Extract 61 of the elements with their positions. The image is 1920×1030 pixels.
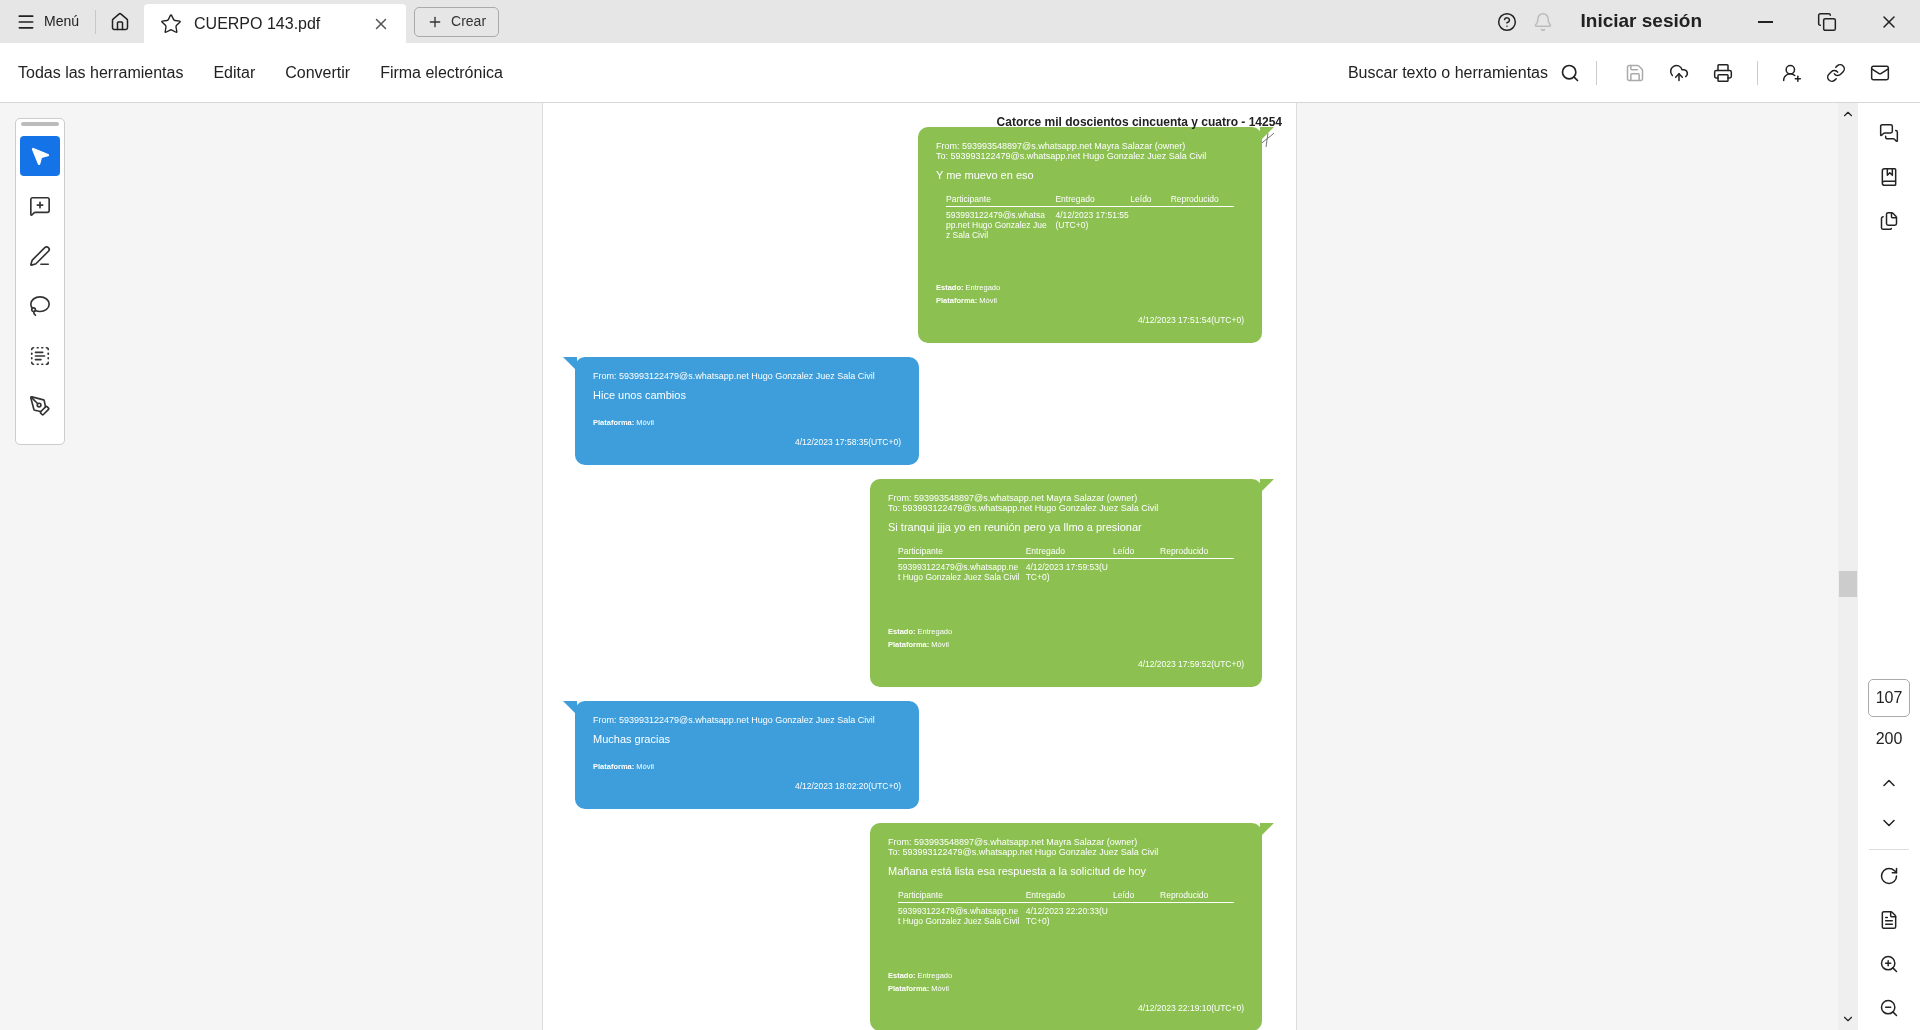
message-timestamp: 4/12/2023 18:02:20(UTC+0) xyxy=(794,780,901,793)
message-text: Muchas gracias xyxy=(593,732,672,747)
column-header: Entregado xyxy=(1055,193,1096,204)
column-header: Entregado xyxy=(1025,889,1066,900)
toolbar-menu-item[interactable]: Firma electrónica xyxy=(380,60,503,85)
tab-title: CUERPO 143.pdf xyxy=(194,13,322,34)
message-timestamp: 4/12/2023 22:19:10(UTC+0) xyxy=(1137,1002,1244,1015)
message-text: Si tranqui jjja yo en reunión pero ya llmo a presionar xyxy=(888,520,1143,535)
minimize-icon xyxy=(1757,20,1773,23)
delivered-cell-text: 4/12/2023 17:59:53(UTC+0) xyxy=(1025,561,1109,582)
scrollbar-thumb[interactable] xyxy=(1839,570,1857,597)
toolbar-menu-item[interactable]: Convertir xyxy=(285,60,351,85)
column-header: Leído xyxy=(1130,193,1153,204)
sender-line: From: 593993122479@s.whatsapp.net Hugo Gonzalez Juez Sala Civil xyxy=(593,371,876,381)
sign-in-button[interactable]: Iniciar sesión xyxy=(1580,7,1702,36)
message-text: Hice unos cambios xyxy=(593,388,687,403)
pointer-icon xyxy=(29,145,51,167)
message-timestamp: 4/12/2023 17:58:35(UTC+0) xyxy=(794,436,901,449)
message-timestamp: 4/12/2023 17:59:52(UTC+0) xyxy=(1137,658,1244,671)
sender-line: From: 593993548897@s.whatsapp.net Mayra Salazar (owner) xyxy=(888,837,1139,847)
participant-cell-text: 593993122479@s.whatsapp.net Hugo Gonzalez Juez Sala Civil xyxy=(898,561,1021,582)
message-text: Mañana está lista esa respuesta a la solicitud de hoy xyxy=(888,864,1148,879)
column-header: Participante xyxy=(946,193,992,204)
column-header: Participante xyxy=(898,889,944,900)
recipient-line: To: 593993122479@s.whatsapp.net Hugo Gonzalez Juez Sala Civil xyxy=(888,847,1160,857)
page-header: Catorce mil doscientos cincuenta y cuatro - 14254 xyxy=(996,114,1282,131)
toolbar-menu-item[interactable]: Todas las herramientas xyxy=(18,60,184,85)
message-timestamp: 4/12/2023 17:51:54(UTC+0) xyxy=(1137,314,1244,327)
document-tab[interactable]: CUERPO 143.pdf xyxy=(144,4,407,43)
column-header: Entregado xyxy=(1025,545,1066,556)
page-total: 200 xyxy=(1875,729,1903,749)
add-comment-icon xyxy=(29,195,51,217)
column-header: Leído xyxy=(1113,889,1136,900)
sender-line: From: 593993122479@s.whatsapp.net Hugo Gonzalez Juez Sala Civil xyxy=(593,715,876,725)
recipient-line: To: 593993122479@s.whatsapp.net Hugo Gonzalez Juez Sala Civil xyxy=(936,151,1208,161)
toolbar-menu-item[interactable]: Editar xyxy=(213,60,256,85)
search-tools-button[interactable]: Buscar texto o herramientas xyxy=(1347,60,1580,85)
page-number-field[interactable]: 107 xyxy=(1868,679,1910,717)
participant-cell-text: 593993122479@s.whatsapp.net Hugo Gonzalez Juez Sala Civil xyxy=(946,209,1048,240)
sender-line: From: 593993548897@s.whatsapp.net Mayra Salazar (owner) xyxy=(936,141,1187,151)
home-icon xyxy=(110,11,131,32)
search-icon xyxy=(1560,62,1580,83)
pen-icon xyxy=(29,245,51,267)
create-button[interactable]: Crear xyxy=(414,6,500,37)
column-header: Reproducido xyxy=(1170,193,1220,204)
lasso-icon xyxy=(29,295,51,317)
sender-line: From: 593993548897@s.whatsapp.net Mayra Salazar (owner) xyxy=(888,493,1139,503)
restore-icon xyxy=(1817,11,1837,32)
column-header: Reproducido xyxy=(1160,545,1210,556)
menu-button[interactable]: Menú xyxy=(0,0,96,43)
text-select-icon xyxy=(29,345,51,367)
message-text: Y me muevo en eso xyxy=(936,168,1035,183)
delivered-cell-text: 4/12/2023 17:51:55(UTC+0) xyxy=(1055,209,1130,230)
recipient-line: To: 593993122479@s.whatsapp.net Hugo Gonzalez Juez Sala Civil xyxy=(888,503,1160,513)
participant-cell-text: 593993122479@s.whatsapp.net Hugo Gonzalez Juez Sala Civil xyxy=(898,905,1021,926)
column-header: Reproducido xyxy=(1160,889,1210,900)
delivered-cell-text: 4/12/2023 22:20:33(UTC+0) xyxy=(1025,905,1109,926)
column-header: Leído xyxy=(1113,545,1136,556)
pen-nib-icon xyxy=(29,395,51,417)
column-header: Participante xyxy=(898,545,944,556)
star-icon[interactable] xyxy=(160,12,183,35)
